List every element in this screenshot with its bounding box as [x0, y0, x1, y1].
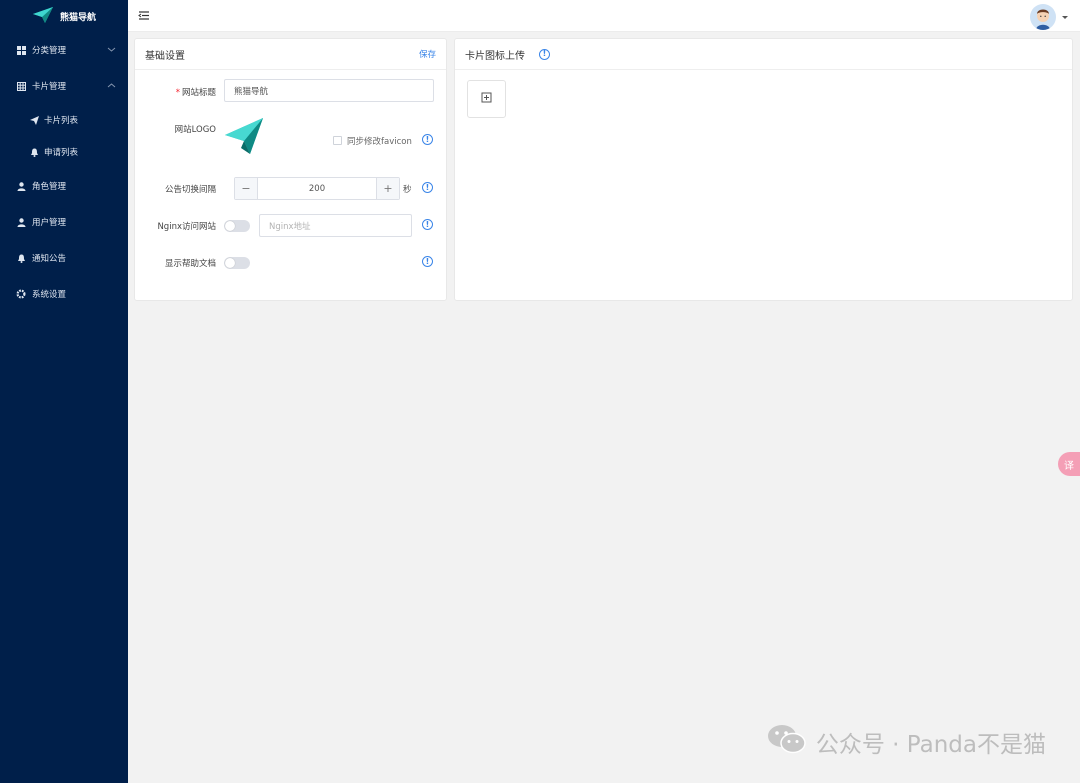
translate-icon: 译	[1064, 460, 1074, 472]
sidebar-item-category[interactable]: 分类管理	[0, 32, 128, 68]
avatar-icon[interactable]	[1030, 4, 1056, 30]
sidebar-item-label: 角色管理	[32, 182, 67, 192]
sidebar-item-label: 卡片列表	[44, 116, 79, 126]
nginx-address-input[interactable]: Nginx地址	[259, 214, 412, 237]
site-logo-label: 网站LOGO	[174, 125, 216, 135]
menu-fold-icon[interactable]	[138, 9, 151, 22]
sidebar-item-label: 申请列表	[44, 148, 79, 158]
grid-icon	[16, 45, 26, 55]
card-header: 基础设置 保存	[135, 39, 446, 70]
info-icon[interactable]: !	[422, 182, 433, 193]
icon-upload-card: 卡片图标上传 !	[454, 38, 1073, 301]
required-mark: *	[175, 88, 180, 98]
notice-interval-value[interactable]: 200	[258, 178, 376, 199]
sidebar-item-label: 用户管理	[32, 218, 67, 228]
card-title: 卡片图标上传	[465, 50, 525, 62]
nginx-label: Nginx访问网站	[157, 222, 216, 232]
nginx-toggle[interactable]	[224, 220, 250, 232]
sync-favicon-label[interactable]: 同步修改favicon	[347, 135, 412, 147]
site-title-label-text: 网站标题	[181, 88, 216, 98]
sidebar-item-cards[interactable]: 卡片管理	[0, 68, 128, 104]
chevron-down-icon	[107, 45, 116, 54]
sidebar-item-label: 通知公告	[32, 254, 67, 264]
sidebar-item-notice[interactable]: 通知公告	[0, 240, 128, 276]
notice-interval-stepper[interactable]: − 200 +	[234, 177, 400, 200]
site-title-input[interactable]: 熊猫导航	[224, 79, 434, 102]
caret-down-icon[interactable]	[1062, 16, 1068, 19]
user-icon	[16, 217, 26, 227]
sidebar-menu: 分类管理 卡片管理 卡片列表 申请列表 角色管理 用户管理 通知公告 系统设置	[0, 32, 128, 312]
top-header	[128, 0, 1080, 32]
notice-interval-unit: 秒	[403, 185, 412, 195]
sync-favicon-checkbox[interactable]	[333, 136, 342, 145]
increment-button[interactable]: +	[376, 178, 399, 199]
help-doc-toggle[interactable]	[224, 257, 250, 269]
send-icon	[29, 115, 39, 125]
table-icon	[16, 81, 26, 91]
bell-icon	[16, 253, 26, 263]
user-icon	[16, 181, 26, 191]
brand[interactable]: 熊猫导航	[0, 0, 128, 32]
watermark-text: 公众号 · Panda不是猫	[815, 732, 1046, 758]
chevron-up-icon	[107, 81, 116, 90]
notice-interval-label: 公告切换间隔	[164, 185, 216, 195]
info-icon[interactable]: !	[422, 219, 433, 230]
site-logo-image[interactable]	[224, 117, 264, 158]
info-icon[interactable]: !	[422, 256, 433, 267]
watermark: 公众号 · Panda不是猫	[766, 722, 1046, 762]
bell-icon	[29, 147, 39, 157]
sidebar-item-roles[interactable]: 角色管理	[0, 168, 128, 204]
info-icon[interactable]: !	[422, 134, 433, 145]
card-header: 卡片图标上传 !	[455, 39, 1072, 70]
brand-name: 熊猫导航	[59, 12, 96, 23]
site-title-label: * 网站标题	[176, 86, 216, 98]
upload-button[interactable]	[467, 80, 506, 118]
sidebar-item-card-list[interactable]: 卡片列表	[0, 104, 128, 136]
save-button[interactable]: 保存	[419, 48, 436, 60]
paper-plane-icon	[32, 6, 54, 27]
sidebar: 熊猫导航 分类管理 卡片管理 卡片列表 申请列表 角色管理 用户管理 通知公告 …	[0, 0, 128, 783]
help-doc-label: 显示帮助文档	[164, 259, 216, 269]
translate-button[interactable]: 译	[1058, 452, 1080, 476]
card-title: 基础设置	[145, 50, 185, 62]
sidebar-item-label: 系统设置	[32, 290, 67, 300]
wechat-icon	[766, 722, 808, 762]
decrement-button[interactable]: −	[235, 178, 258, 199]
basic-settings-card: 基础设置 保存 * 网站标题 熊猫导航 网站LOGO 同步修改favicon ! …	[134, 38, 447, 301]
sidebar-item-apply-list[interactable]: 申请列表	[0, 136, 128, 168]
sidebar-item-settings[interactable]: 系统设置	[0, 276, 128, 312]
image-upload-icon	[481, 92, 492, 106]
gear-icon	[16, 289, 26, 299]
sidebar-item-label: 分类管理	[32, 46, 67, 56]
sidebar-item-users[interactable]: 用户管理	[0, 204, 128, 240]
sidebar-item-label: 卡片管理	[32, 82, 67, 92]
info-icon[interactable]: !	[539, 48, 550, 60]
